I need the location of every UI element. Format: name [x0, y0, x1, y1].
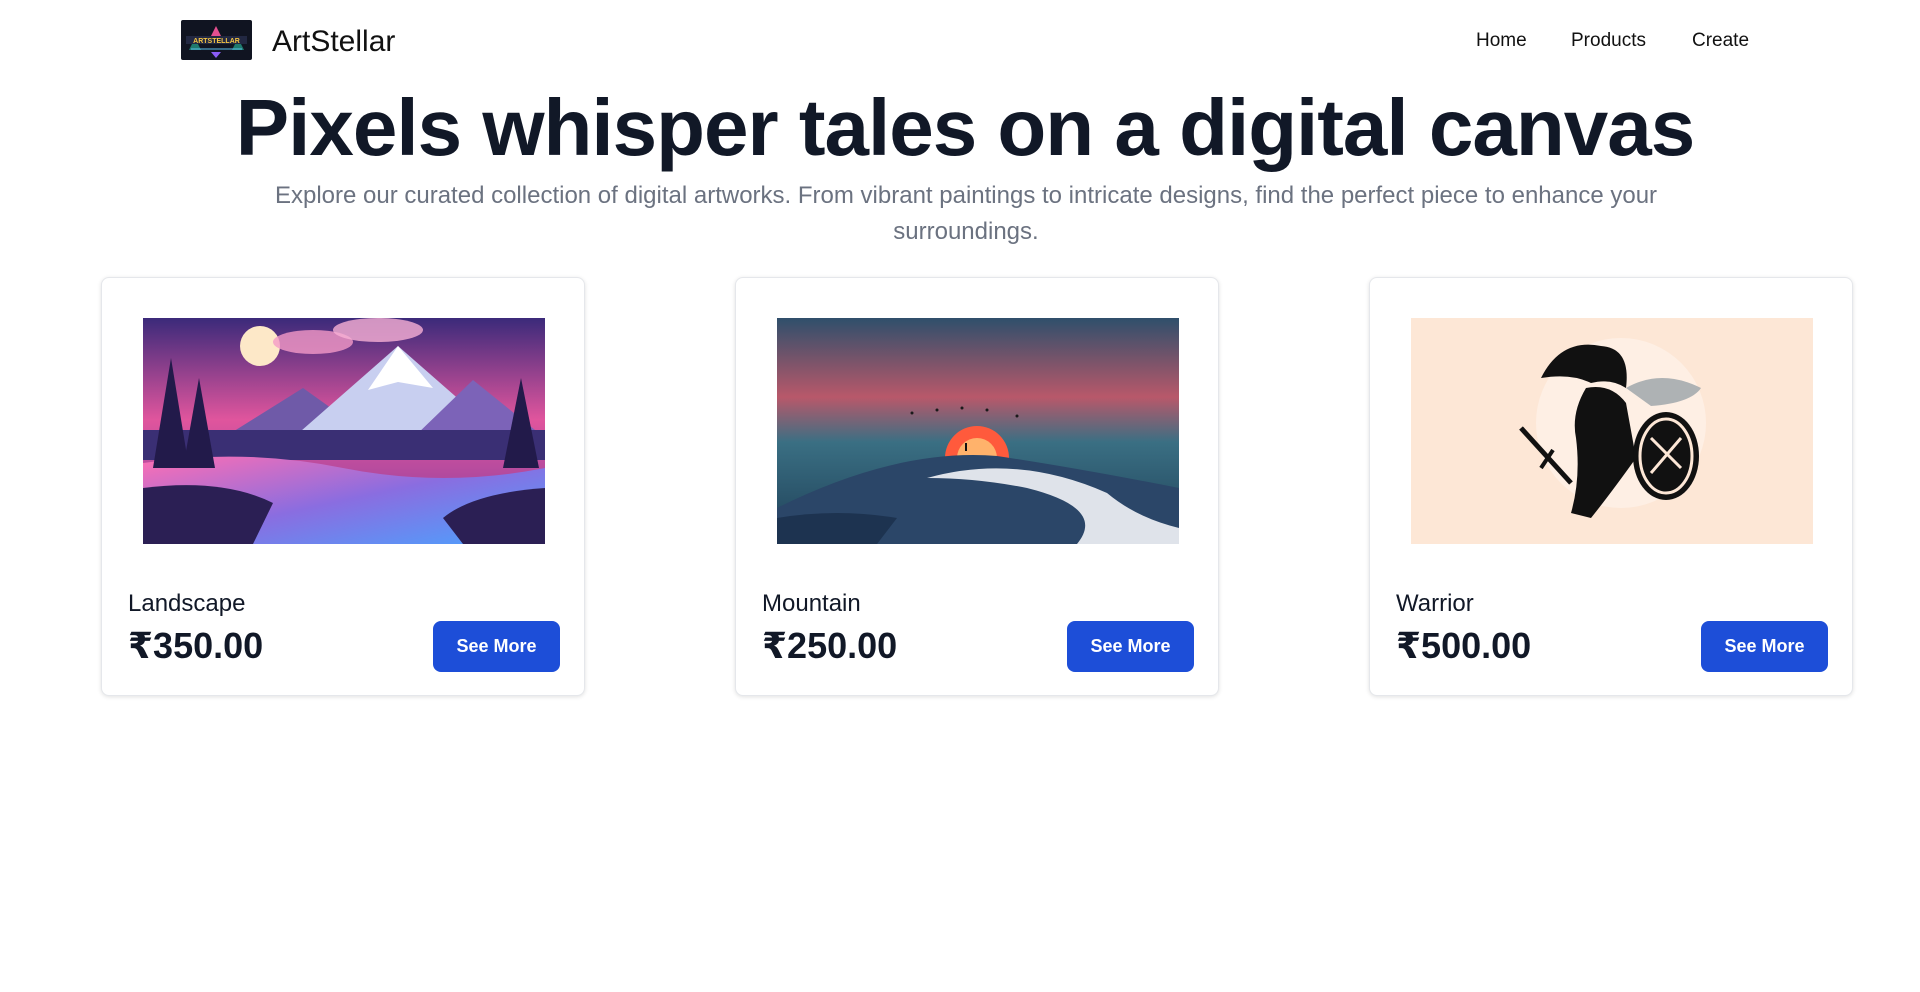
see-more-button[interactable]: See More: [1067, 621, 1194, 672]
product-card-landscape: Landscape ₹350.00 See More: [101, 277, 585, 696]
logo-wordmark: ARTSTELLAR: [193, 38, 240, 45]
nav-products[interactable]: Products: [1571, 26, 1646, 56]
site-header: ARTSTELLAR ArtStellar Home Products Crea…: [0, 0, 1920, 84]
hero-title: Pixels whisper tales on a digital canvas: [235, 83, 1695, 172]
brand-name[interactable]: ArtStellar: [272, 22, 395, 62]
see-more-button[interactable]: See More: [1701, 621, 1828, 672]
product-price: ₹250.00: [762, 625, 898, 666]
product-title: Mountain: [762, 590, 861, 617]
product-card-mountain: Mountain ₹250.00 See More: [735, 277, 1219, 696]
product-price: ₹350.00: [128, 625, 264, 666]
artstellar-logo-icon[interactable]: ARTSTELLAR: [181, 20, 252, 60]
nav-create[interactable]: Create: [1692, 26, 1749, 56]
hero-subtitle: Explore our curated collection of digita…: [274, 182, 1658, 245]
landscape-painting[interactable]: [143, 318, 545, 544]
nav-home[interactable]: Home: [1476, 26, 1527, 56]
mountain-sunset-painting[interactable]: [777, 318, 1179, 544]
product-title: Warrior: [1396, 590, 1474, 617]
product-price: ₹500.00: [1396, 625, 1532, 666]
product-title: Landscape: [128, 590, 246, 617]
warrior-silhouette-painting[interactable]: [1411, 318, 1813, 544]
see-more-button[interactable]: See More: [433, 621, 560, 672]
product-card-warrior: Warrior ₹500.00 See More: [1369, 277, 1853, 696]
